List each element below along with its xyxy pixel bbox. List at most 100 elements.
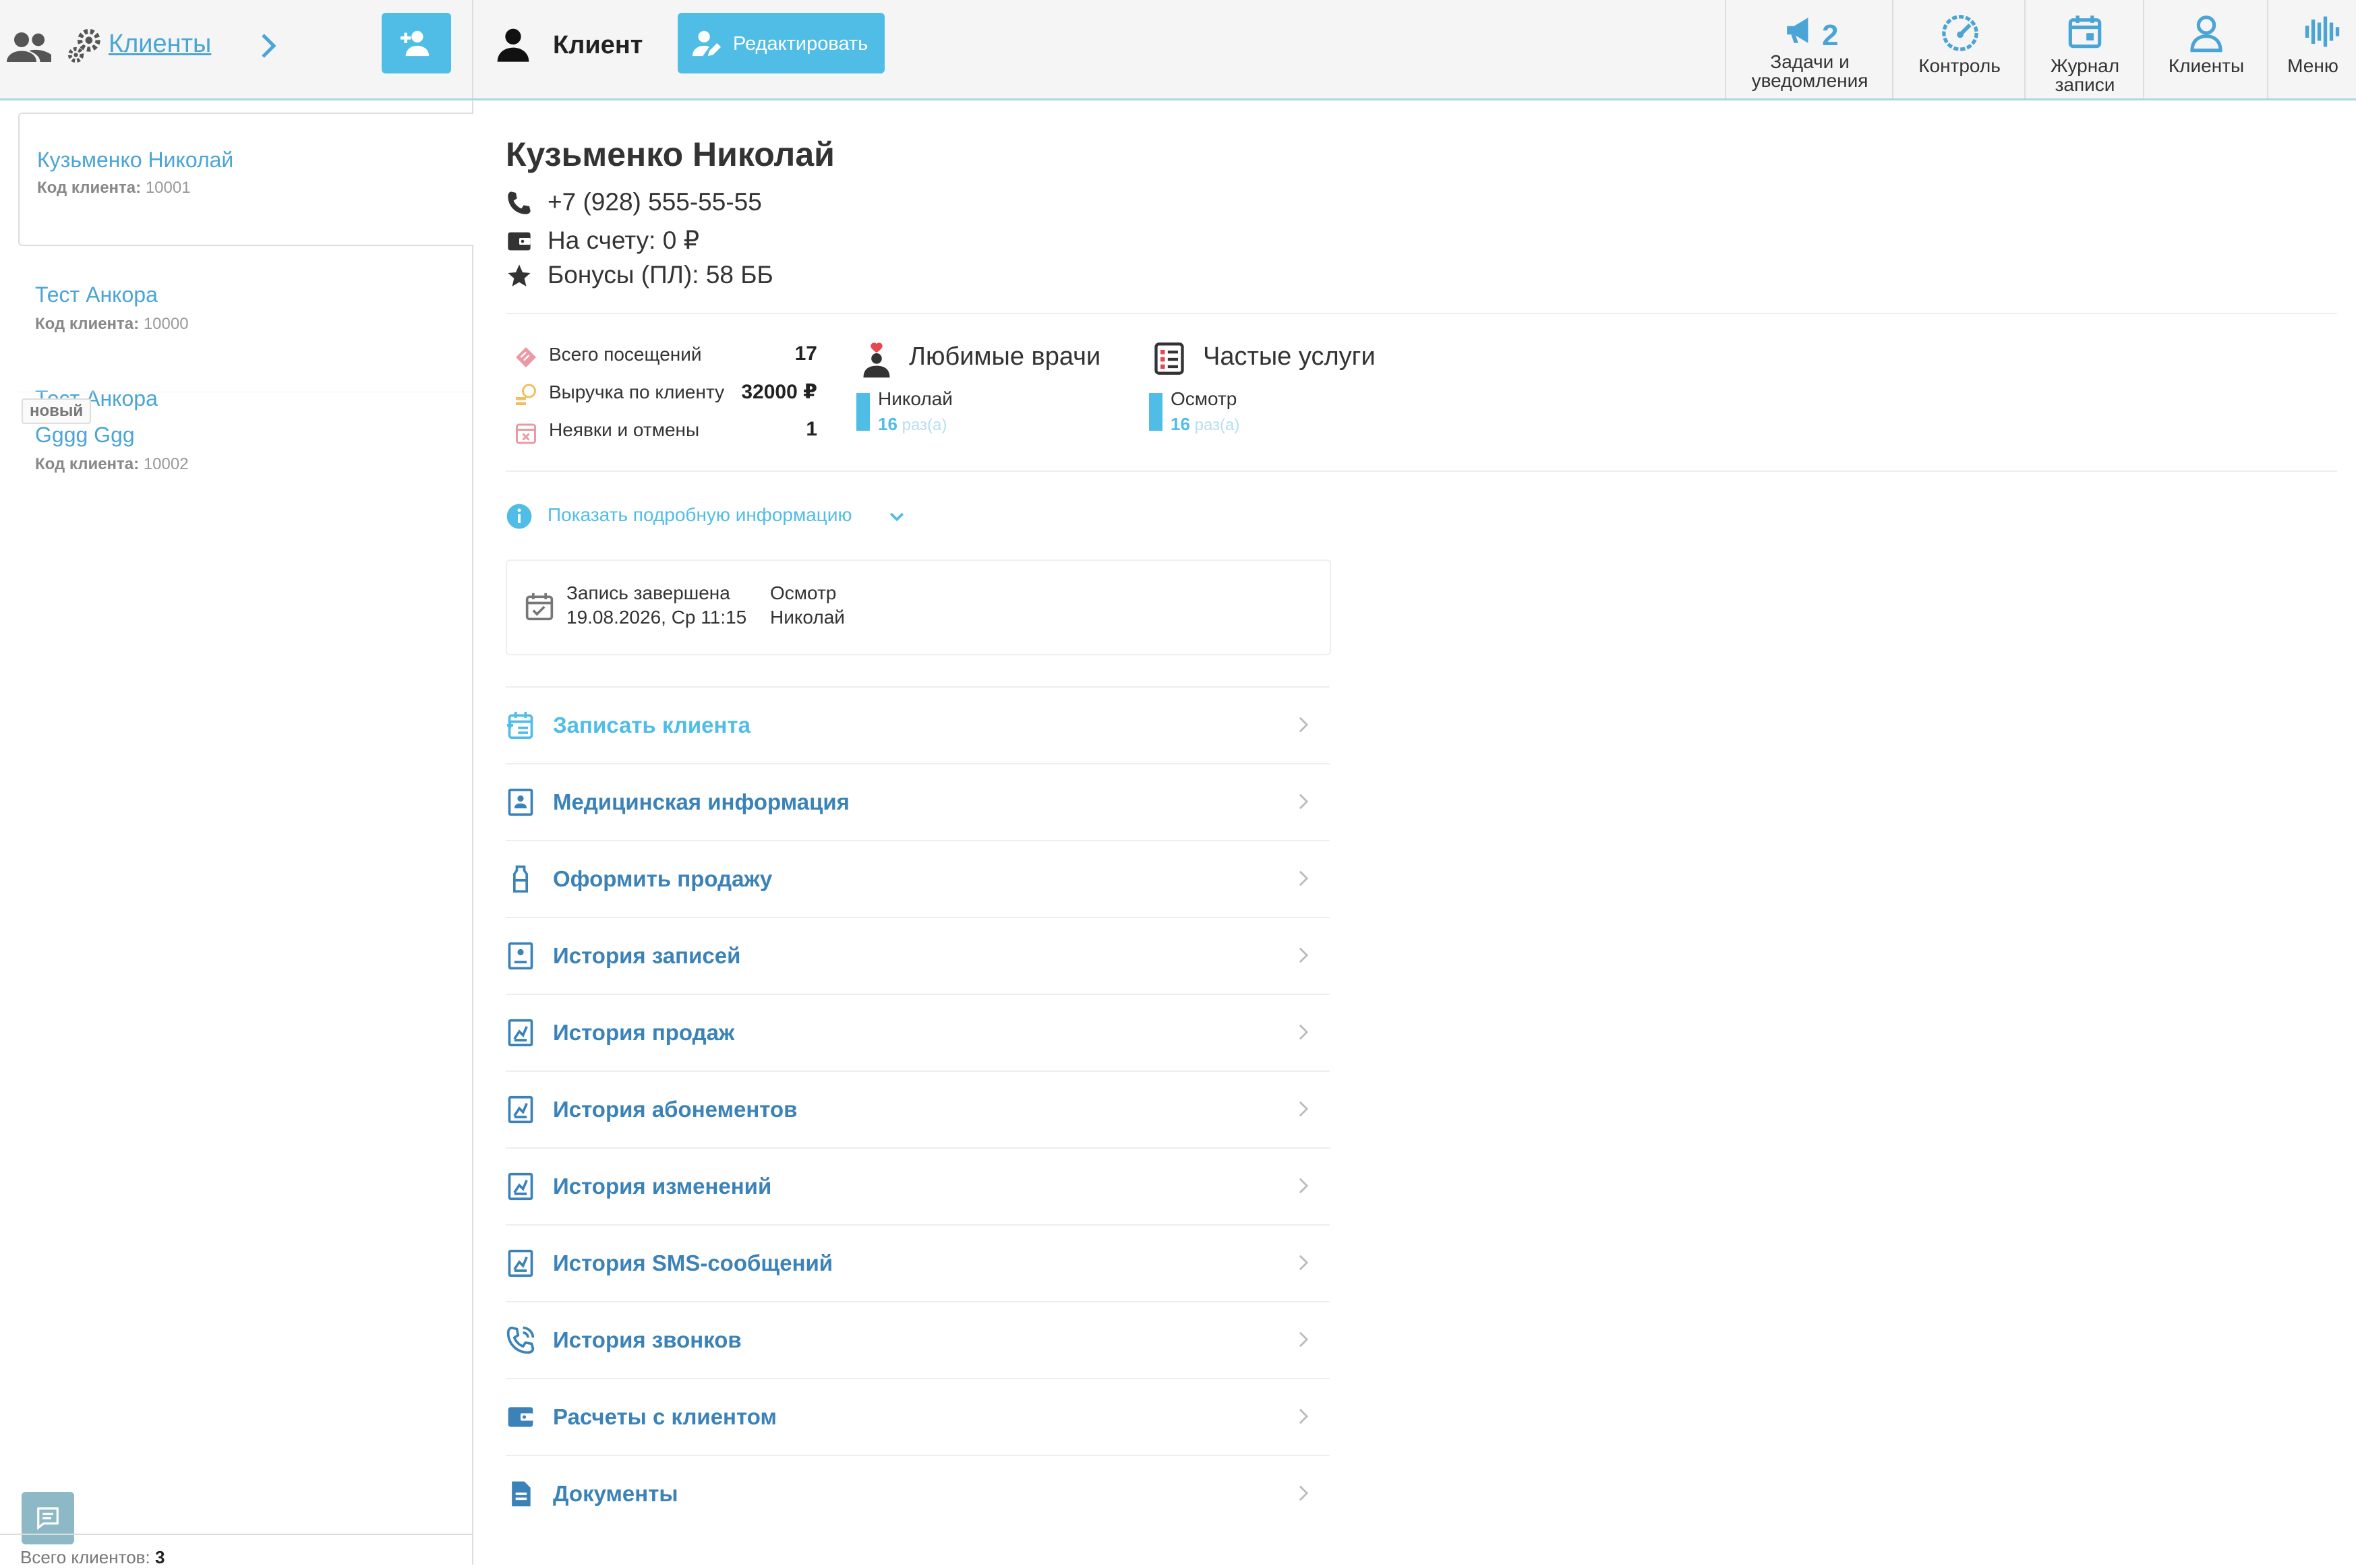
clients-panel-header: Клиенты xyxy=(0,0,473,98)
tasks-count-badge: 2 xyxy=(1822,19,1839,52)
client-bonuses: Бонусы (ПЛ): 58 ББ xyxy=(548,261,773,289)
client-header-title: Клиент xyxy=(553,31,643,59)
menu-item[interactable]: Записать клиента xyxy=(506,686,1330,763)
last-appointment-card[interactable]: Запись завершена 19.08.2026, Ср 11:15 Ос… xyxy=(506,560,1331,655)
calendar-plus-icon xyxy=(506,711,533,740)
nav-control[interactable]: Контроль xyxy=(1892,0,2026,98)
changes-history-icon xyxy=(508,1172,533,1201)
menu-item[interactable]: История изменений xyxy=(506,1147,1330,1224)
client-list-name[interactable]: Gggg Ggg xyxy=(35,423,135,448)
frequent-service-bar xyxy=(1149,393,1162,431)
menu-item[interactable]: Оформить продажу xyxy=(506,840,1330,917)
menu-item-label: Документы xyxy=(553,1481,678,1506)
client-list-item[interactable]: Тест Анкора xyxy=(0,262,472,411)
menu-item-label: История абонементов xyxy=(553,1097,798,1122)
menu-item[interactable]: История звонков xyxy=(506,1301,1330,1378)
nav-clients-label: Клиенты xyxy=(2168,55,2245,76)
menu-item[interactable]: История SMS-сообщений xyxy=(506,1224,1330,1301)
total-clients: Всего клиентов: 3 xyxy=(20,1547,165,1567)
coins-icon xyxy=(516,384,536,405)
menu-item[interactable]: История абонементов xyxy=(506,1071,1330,1147)
phone-icon xyxy=(508,191,531,214)
people-icon xyxy=(7,32,51,62)
appointment-service: Осмотр xyxy=(770,582,837,603)
nav-clients[interactable]: Клиенты xyxy=(2143,0,2268,98)
new-client-badge: новый xyxy=(22,398,92,424)
client-name: Кузьменко Николай xyxy=(506,135,835,173)
document-icon xyxy=(512,1481,531,1507)
nav-journal[interactable]: Журнал записи xyxy=(2024,0,2144,98)
sidebar-footer: Всего клиентов: 3 xyxy=(0,1534,472,1567)
menu-item[interactable]: История записей xyxy=(506,917,1330,994)
calendar-check-icon xyxy=(525,593,554,621)
edit-button[interactable]: Редактировать xyxy=(678,13,885,73)
chevron-right-icon xyxy=(1299,1331,1309,1348)
stat-revenue-label: Выручка по клиенту xyxy=(549,382,725,402)
speedometer-icon xyxy=(1942,15,1978,51)
chevron-right-icon xyxy=(1299,947,1309,963)
bottle-icon xyxy=(513,865,528,893)
checklist-icon xyxy=(1154,342,1184,375)
nav-tasks-label-2: уведомления xyxy=(1751,70,1868,91)
add-client-button[interactable] xyxy=(382,13,451,73)
stat-visits: Всего посещений 17 xyxy=(514,342,817,369)
client-list-name[interactable]: Тест Анкора xyxy=(35,282,158,307)
subscriptions-history-icon xyxy=(508,1095,533,1124)
settings-gear-icon[interactable] xyxy=(66,26,105,65)
menu-item[interactable]: История продаж xyxy=(506,994,1330,1071)
edit-user-icon xyxy=(692,30,721,57)
user-outline-icon xyxy=(2190,16,2222,53)
menu-item-label: История SMS-сообщений xyxy=(553,1250,833,1275)
chevron-right-icon xyxy=(1299,1485,1309,1501)
calendar-cancel-icon xyxy=(516,423,536,444)
sales-history-icon xyxy=(508,1019,533,1047)
records-history-icon xyxy=(508,942,533,970)
client-list-code: Код клиента: 10000 xyxy=(35,315,189,333)
star-icon xyxy=(508,264,531,287)
client-list-code: Код клиента: 10001 xyxy=(37,179,191,197)
chevron-right-icon xyxy=(1299,717,1309,733)
person-icon xyxy=(497,28,529,62)
menu-item-label: Медицинская информация xyxy=(553,789,850,814)
wallet-icon xyxy=(508,1407,533,1427)
frequent-service-count: 16 раз(а) xyxy=(1171,414,1240,434)
megaphone-icon xyxy=(1787,18,1808,43)
client-list-item[interactable]: Кузьменко Николай Код клиента: 10001 xyxy=(18,113,473,246)
nav-menu[interactable]: Меню xyxy=(2267,0,2356,98)
favorite-doctor-count: 16 раз(а) xyxy=(878,414,947,434)
menu-item-label: История записей xyxy=(553,943,741,968)
appointment-datetime: 19.08.2026, Ср 11:15 xyxy=(566,607,747,628)
add-user-icon xyxy=(401,30,430,57)
stat-revenue: Выручка по клиенту 32000 ₽ xyxy=(514,380,817,407)
chevron-right-icon[interactable] xyxy=(259,31,278,61)
chevron-right-icon xyxy=(1299,1408,1309,1424)
divider xyxy=(506,313,2337,314)
client-list-code: Код клиента: 10002 xyxy=(35,455,189,473)
menu-item[interactable]: Медицинская информация xyxy=(506,763,1330,840)
info-icon xyxy=(506,504,532,529)
stat-noshows: Неявки и отмены 1 xyxy=(514,418,817,445)
edit-button-label: Редактировать xyxy=(733,33,868,55)
frequent-service-name: Осмотр xyxy=(1171,388,1237,409)
chevron-right-icon xyxy=(1299,1255,1309,1271)
divider xyxy=(506,471,2337,472)
client-phone: +7 (928) 555-55-55 xyxy=(548,188,762,216)
sms-history-icon xyxy=(508,1249,533,1277)
nav-control-label: Контроль xyxy=(1918,55,2001,76)
ticket-icon xyxy=(516,347,536,367)
menu-item-label: Расчеты с клиентом xyxy=(553,1404,777,1429)
appointment-status: Запись завершена xyxy=(566,582,730,603)
menu-item-label: История звонков xyxy=(553,1327,742,1352)
nav-tasks[interactable]: 2 Задачи и уведомления xyxy=(1725,0,1893,98)
menu-item-label: История продаж xyxy=(553,1020,735,1045)
appointment-doctor: Николай xyxy=(770,607,845,628)
client-list-name: Кузьменко Николай xyxy=(37,148,234,172)
doctor-heart-icon xyxy=(863,342,890,378)
clients-section-link[interactable]: Клиенты xyxy=(109,26,211,62)
chevron-right-icon xyxy=(1299,1024,1309,1040)
menu-item[interactable]: Расчеты с клиентом xyxy=(506,1378,1330,1455)
chevron-right-icon xyxy=(1299,870,1309,886)
clients-sidebar: Кузьменко Николай Код клиента: 10001 Тес… xyxy=(0,100,473,1565)
chat-icon xyxy=(37,1507,59,1530)
menu-item[interactable]: Документы xyxy=(506,1455,1330,1532)
